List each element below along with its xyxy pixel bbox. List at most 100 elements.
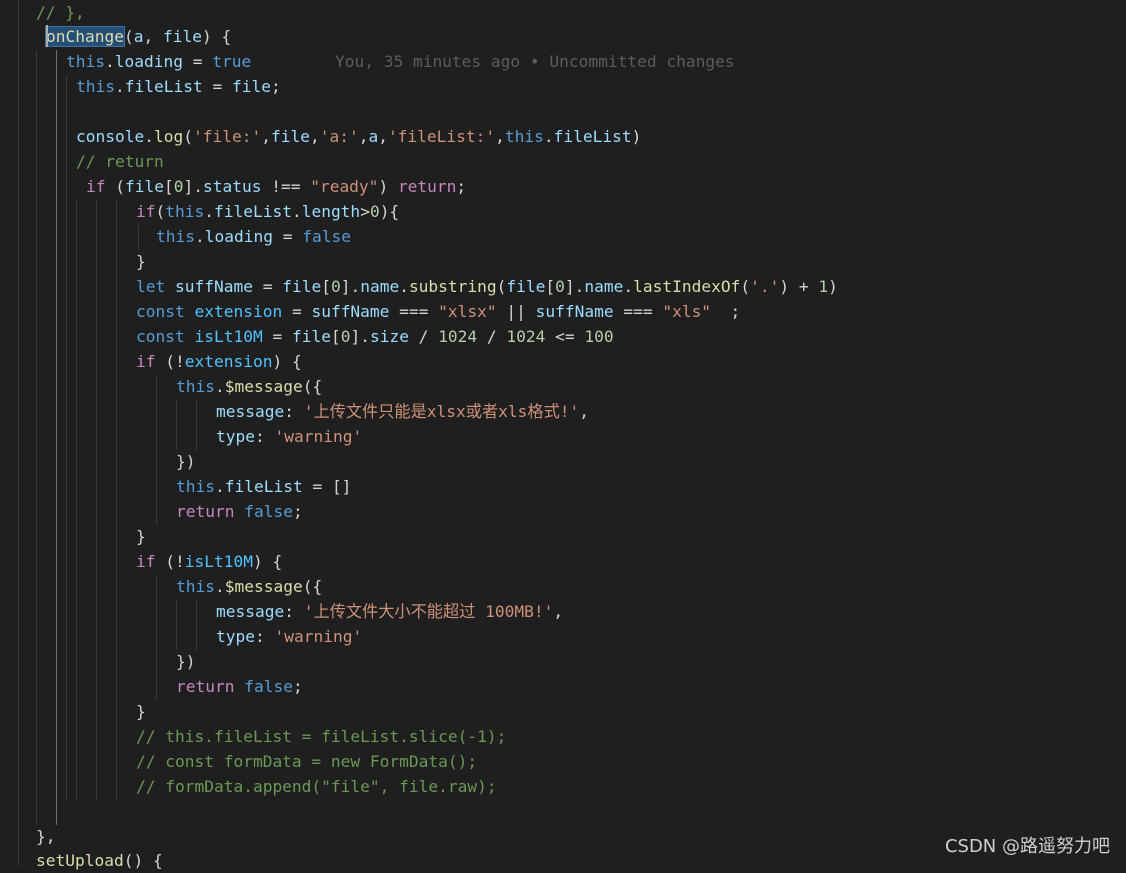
code-line[interactable]: // formData.append("file", file.raw);: [136, 774, 497, 799]
indent-guide: [36, 50, 37, 825]
code-line[interactable]: this.loading = true: [66, 49, 251, 74]
indent-guide: [176, 600, 177, 650]
code-line[interactable]: if (!extension) {: [136, 349, 302, 374]
code-token: ===: [613, 302, 663, 321]
code-token: 1024: [506, 327, 546, 346]
code-line[interactable]: }: [136, 699, 146, 724]
code-line[interactable]: setUpload() {: [36, 848, 163, 873]
code-token: ) +: [779, 277, 819, 296]
code-token: name: [360, 277, 400, 296]
code-token: message: [216, 602, 285, 621]
code-token: =: [252, 277, 283, 296]
code-token: file: [125, 177, 164, 196]
code-token: file: [162, 27, 202, 46]
indent-guide: [196, 400, 197, 450]
code-token: log: [153, 127, 184, 146]
code-line[interactable]: if (file[0].status !== "ready") return;: [86, 174, 466, 199]
code-line[interactable]: if(this.fileList.length>0){: [136, 199, 399, 224]
code-token: '上传文件大小不能超过 100MB!': [303, 602, 554, 621]
code-token: ): [631, 127, 642, 146]
code-line[interactable]: type: 'warning': [216, 624, 362, 649]
code-token: if: [86, 177, 106, 196]
code-line[interactable]: }): [176, 449, 196, 474]
code-token: 'warning': [274, 427, 363, 446]
code-line[interactable]: // },: [36, 0, 85, 25]
code-token: '.': [750, 277, 780, 296]
code-token: fileList: [224, 477, 303, 496]
code-token: ;: [292, 677, 303, 696]
code-line[interactable]: message: '上传文件大小不能超过 100MB!',: [216, 599, 563, 624]
code-line[interactable]: type: 'warning': [216, 424, 362, 449]
code-token: .: [214, 377, 225, 396]
code-token: =: [282, 302, 312, 321]
code-line[interactable]: onChange(a, file) {: [45, 24, 231, 49]
code-token: (: [105, 177, 125, 196]
code-token: ;: [292, 502, 303, 521]
code-token: if: [136, 202, 156, 221]
code-token: file: [231, 77, 271, 96]
code-line[interactable]: }: [136, 524, 146, 549]
code-token: // formData.append("file", file.raw);: [136, 777, 497, 796]
code-token: ;: [270, 77, 281, 96]
code-token: loading: [114, 52, 183, 71]
code-token: }: [136, 702, 146, 721]
code-token: message: [216, 402, 285, 421]
code-token: isLt10M: [184, 552, 253, 571]
code-token: :: [254, 627, 275, 646]
code-token: }: [136, 527, 146, 546]
code-token: status: [202, 177, 262, 196]
code-line[interactable]: // this.fileList = fileList.slice(-1);: [136, 724, 506, 749]
code-token: 1024: [438, 327, 478, 346]
code-line[interactable]: message: '上传文件只能是xlsx或者xls格式!',: [216, 399, 589, 424]
code-token: .: [114, 77, 125, 96]
code-line[interactable]: if (!isLt10M) {: [136, 549, 282, 574]
code-token: :: [284, 402, 304, 421]
code-line[interactable]: let suffName = file[0].name.substring(fi…: [136, 274, 838, 299]
code-line[interactable]: const isLt10M = file[0].size / 1024 / 10…: [136, 324, 614, 349]
code-token: type: [216, 627, 255, 646]
code-line[interactable]: }: [136, 249, 146, 274]
code-token: ].: [564, 277, 585, 296]
code-token: .: [204, 202, 214, 221]
code-line[interactable]: console.log('file:',file,'a:',a,'fileLis…: [76, 124, 641, 149]
code-token: const: [136, 327, 185, 346]
code-token: }): [176, 452, 196, 471]
code-line[interactable]: // const formData = new FormData();: [136, 749, 477, 774]
code-token: suffName: [535, 302, 614, 321]
code-token: ) {: [272, 352, 302, 371]
code-token: >: [360, 202, 370, 221]
code-line[interactable]: this.$message({: [176, 574, 322, 599]
code-token: ){: [379, 202, 400, 221]
indent-guide: [66, 75, 67, 800]
code-line[interactable]: // return: [76, 149, 164, 174]
code-line[interactable]: this.fileList = file;: [76, 74, 281, 99]
code-line[interactable]: this.$message({: [176, 374, 322, 399]
code-line[interactable]: return false;: [176, 499, 303, 524]
code-token: =: [272, 227, 303, 246]
code-token: [: [321, 277, 331, 296]
code-line[interactable]: this.fileList = []: [176, 474, 351, 499]
code-token: ,: [495, 127, 505, 146]
code-token: a: [133, 27, 144, 46]
code-editor[interactable]: // }, onChange(a, file) {this.loading = t…: [0, 0, 1126, 870]
code-token: // return: [76, 152, 164, 171]
code-line[interactable]: this.loading = false: [156, 224, 351, 249]
code-token: loading: [204, 227, 273, 246]
code-token: fileList: [553, 127, 632, 146]
code-token: ,: [261, 127, 271, 146]
code-line[interactable]: },: [36, 824, 56, 849]
code-token: .: [399, 277, 409, 296]
code-token: ].: [183, 177, 203, 196]
code-token: },: [36, 827, 56, 846]
code-token: a: [368, 127, 379, 146]
code-line[interactable]: }): [176, 649, 196, 674]
code-token: this: [156, 227, 195, 246]
code-token: if: [136, 352, 156, 371]
code-token: (: [123, 27, 134, 46]
code-token: // },: [36, 3, 85, 22]
code-token: [: [545, 277, 556, 296]
code-line[interactable]: const extension = suffName === "xlsx" ||…: [136, 299, 740, 324]
code-line[interactable]: return false;: [176, 674, 303, 699]
code-token: ,: [553, 602, 564, 621]
